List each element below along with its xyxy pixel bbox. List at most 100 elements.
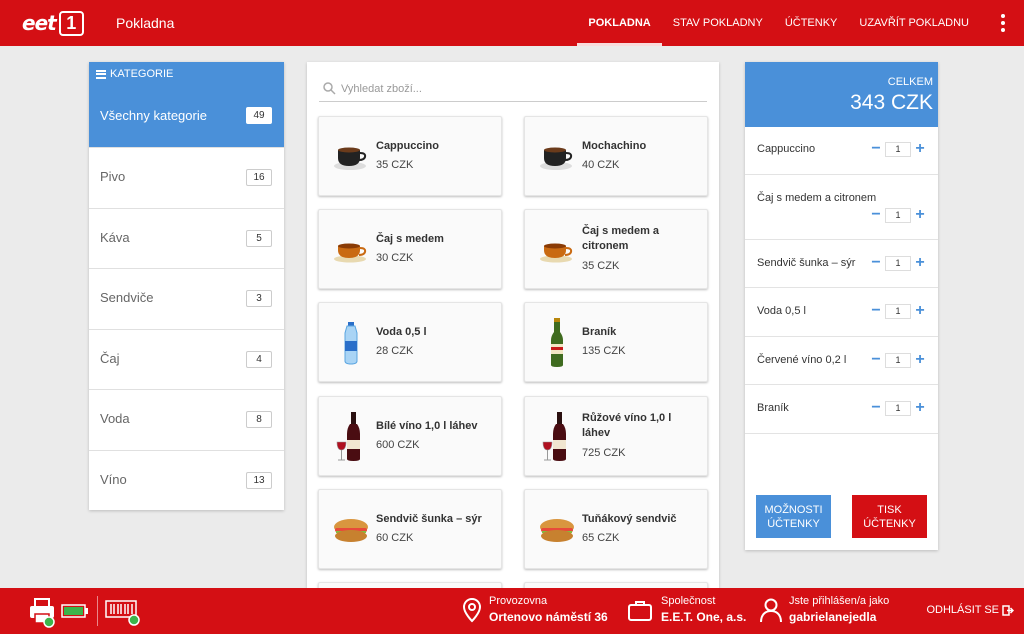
wine-bottle-icon	[537, 412, 577, 461]
product-card-branik[interactable]: Braník 135 CZK	[524, 302, 708, 382]
category-title[interactable]: KATEGORIE	[96, 68, 173, 80]
briefcase-icon	[628, 601, 652, 621]
product-card-sendvic-sunka-syr[interactable]: Sendvič šunka – sýr 60 CZK	[318, 489, 502, 569]
product-name: Sendvič šunka – sýr	[376, 513, 482, 525]
product-name: Čaj s medem	[376, 233, 444, 245]
company-label: Společnost	[661, 595, 716, 607]
product-card-cappuccino[interactable]: Cappuccino 35 CZK	[318, 116, 502, 196]
product-name: Růžové víno 1,0 l láhev	[582, 412, 672, 439]
quantity-value[interactable]: 1	[885, 255, 911, 271]
plus-button[interactable]: +	[914, 207, 926, 223]
product-name: Cappuccino	[376, 140, 439, 152]
user-icon	[760, 598, 782, 623]
beer-bottle-icon	[537, 318, 577, 367]
printer-icon[interactable]	[27, 596, 61, 628]
receipt-options-button[interactable]: MOŽNOSTI ÚČTENKY	[756, 495, 831, 538]
category-title-label: KATEGORIE	[110, 68, 174, 80]
plus-button[interactable]: +	[914, 255, 926, 271]
product-card-caj-s-medem[interactable]: Čaj s medem 30 CZK	[318, 209, 502, 289]
water-bottle-icon	[331, 321, 371, 365]
category-label: Sendviče	[100, 290, 154, 305]
minus-button[interactable]: −	[870, 400, 882, 416]
category-count-badge: 3	[246, 290, 272, 307]
product-card-tunakovy-sendvic[interactable]: Tuňákový sendvič 65 CZK	[524, 489, 708, 569]
quantity-stepper: − 1 +	[870, 352, 926, 368]
coffee-cup-icon	[537, 135, 577, 179]
cart-item: Sendvič šunka – sýr − 1 +	[745, 240, 938, 288]
category-count-badge: 4	[246, 350, 272, 368]
quantity-value[interactable]: 1	[885, 303, 911, 319]
cart-item-name: Čaj s medem a citronem	[757, 192, 877, 204]
quantity-value[interactable]: 1	[885, 352, 911, 368]
category-label: Voda	[100, 411, 130, 426]
category-all[interactable]: KATEGORIE Všechny kategorie 49	[89, 62, 284, 147]
category-label: Víno	[100, 471, 127, 487]
minus-button[interactable]: −	[870, 303, 882, 319]
product-card-voda[interactable]: Voda 0,5 l 28 CZK	[318, 302, 502, 382]
category-label: Káva	[100, 229, 130, 245]
cart-total-label: CELKEM	[887, 76, 933, 88]
cart-item-name: Cappuccino	[757, 143, 816, 155]
company-info: Společnost E.E.T. One, a.s.	[661, 595, 746, 624]
minus-button[interactable]: −	[870, 141, 882, 157]
product-name: Bílé víno 1,0 l láhev	[376, 420, 478, 432]
category-count-badge: 13	[246, 471, 272, 489]
cart-item: Čaj s medem a citronem − 1 +	[745, 175, 938, 240]
category-voda[interactable]: Voda 8	[89, 389, 284, 450]
eet-logo[interactable]: eet 1	[22, 9, 84, 37]
sandwich-icon	[537, 508, 577, 552]
product-card-caj-s-medem-a-citronem[interactable]: Čaj s medem a citronem 35 CZK	[524, 209, 708, 289]
product-card-mochachino[interactable]: Mochachino 40 CZK	[524, 116, 708, 196]
quantity-value[interactable]: 1	[885, 400, 911, 416]
cart-panel: CELKEM 343 CZK Cappuccino − 1 + Čaj s me…	[745, 62, 938, 550]
location-pin-icon	[462, 597, 482, 623]
product-name: Voda 0,5 l	[376, 326, 427, 338]
product-price: 35 CZK	[376, 159, 414, 171]
category-label: Všechny kategorie	[100, 108, 207, 123]
category-sendvice[interactable]: Sendviče 3	[89, 268, 284, 329]
minus-button[interactable]: −	[870, 207, 882, 223]
location-value: Ortenovo náměstí 36	[489, 610, 608, 624]
more-menu-icon[interactable]	[1000, 14, 1006, 32]
product-card-ruzove-vino[interactable]: Růžové víno 1,0 l láhev 725 CZK	[524, 396, 708, 476]
print-receipt-button[interactable]: TISK ÚČTENKY	[852, 495, 927, 538]
product-price: 600 CZK	[376, 439, 420, 451]
plus-button[interactable]: +	[914, 400, 926, 416]
category-vino[interactable]: Víno 13	[89, 449, 284, 511]
quantity-stepper: − 1 +	[870, 303, 926, 319]
cart-item-name: Braník	[757, 402, 789, 414]
category-kava[interactable]: Káva 5	[89, 207, 284, 269]
plus-button[interactable]: +	[914, 352, 926, 368]
cart-item: Voda 0,5 l − 1 +	[745, 288, 938, 337]
logout-icon	[1002, 604, 1014, 616]
category-label: Čaj	[100, 350, 120, 366]
product-price: 135 CZK	[582, 345, 626, 357]
nav-pokladna[interactable]: POKLADNA	[577, 0, 663, 46]
plus-button[interactable]: +	[914, 303, 926, 319]
category-pivo[interactable]: Pivo 16	[89, 147, 284, 208]
quantity-value[interactable]: 1	[885, 207, 911, 223]
plus-button[interactable]: +	[914, 141, 926, 157]
logout-button[interactable]: ODHLÁSIT SE	[926, 604, 1014, 616]
minus-button[interactable]: −	[870, 255, 882, 271]
nav-stav-pokladny[interactable]: STAV POKLADNY	[662, 0, 774, 46]
company-value: E.E.T. One, a.s.	[661, 610, 747, 624]
cart-item: Cappuccino − 1 +	[745, 127, 938, 175]
category-caj[interactable]: Čaj 4	[89, 328, 284, 390]
main-nav: POKLADNA STAV POKLADNY ÚČTENKY UZAVŘÍT P…	[577, 0, 980, 46]
nav-uctenky[interactable]: ÚČTENKY	[774, 0, 849, 46]
barcode-scanner-icon[interactable]	[104, 597, 142, 627]
nav-uzavrit-pokladnu[interactable]: UZAVŘÍT POKLADNU	[848, 0, 980, 46]
logout-label: ODHLÁSIT SE	[926, 604, 999, 616]
product-card-bile-vino[interactable]: Bílé víno 1,0 l láhev 600 CZK	[318, 396, 502, 476]
tea-cup-icon	[331, 228, 371, 272]
quantity-stepper: − 1 +	[870, 255, 926, 271]
logo-number: 1	[58, 10, 84, 36]
category-count-badge: 49	[246, 107, 272, 124]
footer-divider	[97, 596, 98, 626]
wine-bottle-icon	[331, 412, 371, 461]
product-name: Čaj s medem a citronem	[582, 225, 660, 252]
search-input[interactable]	[341, 80, 701, 98]
quantity-value[interactable]: 1	[885, 141, 911, 157]
minus-button[interactable]: −	[870, 352, 882, 368]
